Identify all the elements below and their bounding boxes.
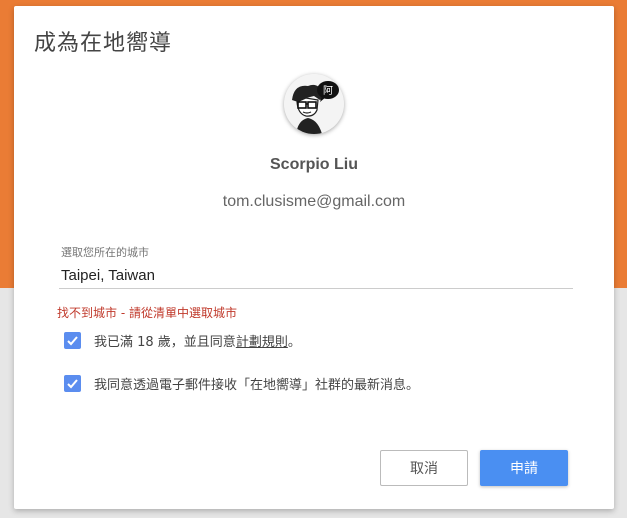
age-agreement-text: 我已滿 18 歲，並且同意 [94,335,236,350]
dialog-title: 成為在地嚮導 [34,31,173,56]
age-agreement-suffix: 。 [287,335,301,350]
age-agreement-row: 我已滿 18 歲，並且同意 計劃規則。 [64,331,301,350]
avatar-bubble-text: 阿 [323,85,333,97]
cartoon-avatar-icon: 阿 [284,74,344,134]
city-input[interactable] [59,262,573,289]
program-rules-link[interactable]: 計劃規則 [236,331,288,350]
city-field-label: 選取您所在的城市 [61,246,149,259]
email-optin-text: 我同意透過電子郵件接收「在地嚮導」社群的最新消息。 [94,378,420,393]
apply-button[interactable]: 申請 [480,450,568,486]
checkmark-icon [67,379,78,389]
local-guide-dialog: 成為在地嚮導 阿 Scorpio Liu tom.clusisme@gmail.… [14,6,614,509]
email-optin-checkbox[interactable] [64,375,81,392]
avatar: 阿 [284,74,344,134]
city-error-message: 找不到城市 - 請從清單中選取城市 [57,306,237,320]
email-optin-row: 我同意透過電子郵件接收「在地嚮導」社群的最新消息。 [64,374,419,393]
age-agreement-checkbox[interactable] [64,332,81,349]
checkmark-icon [67,336,78,346]
profile-email: tom.clusisme@gmail.com [222,193,406,210]
cancel-button[interactable]: 取消 [380,450,468,486]
profile-name: Scorpio Liu [270,156,358,173]
